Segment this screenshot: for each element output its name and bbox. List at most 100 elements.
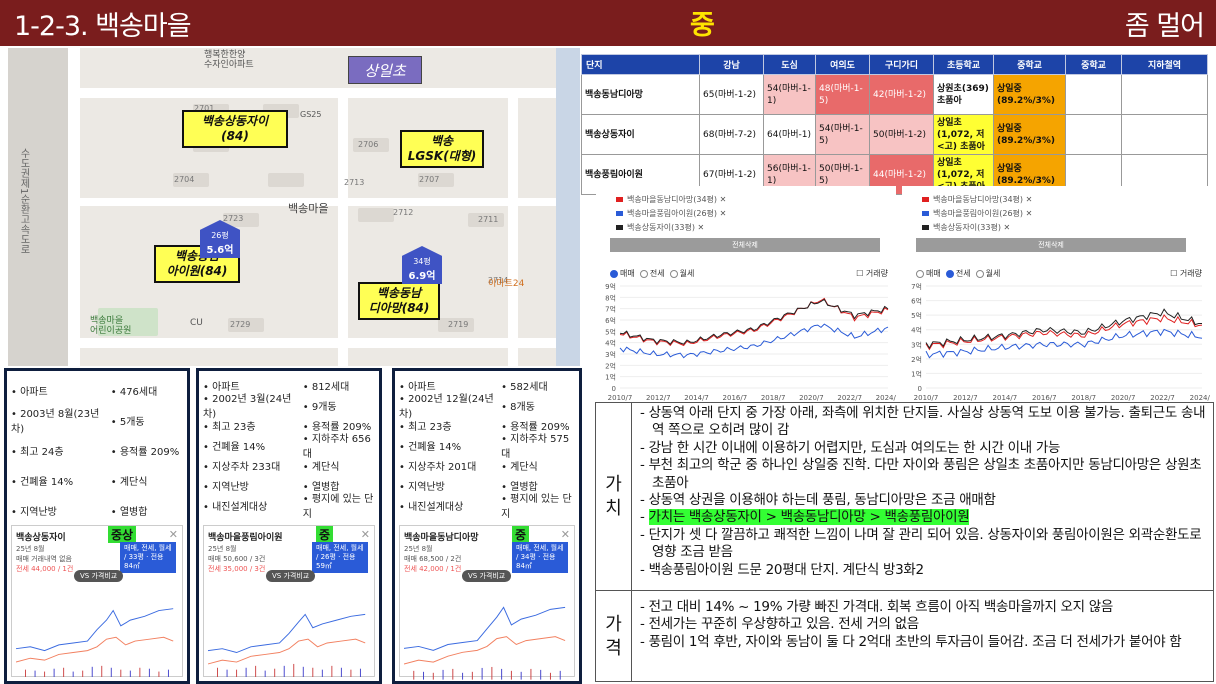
- place-village: 백송마을: [288, 202, 329, 215]
- table-header[interactable]: 여의도: [815, 54, 870, 75]
- table-header[interactable]: 구디가디: [869, 54, 934, 75]
- fact: 건폐율 14%: [11, 473, 111, 488]
- marker-price: 6.9억: [408, 271, 436, 282]
- place-park: 백송마을 어린이공원: [90, 316, 132, 336]
- fact: 476세대: [111, 383, 183, 398]
- fact: 2003년 8월(23년차): [11, 405, 111, 435]
- y-tick-label: 1억: [605, 374, 616, 382]
- sale-price-chart: 백송마을동남디아망(34평) ✕ 백송마을풍림아이원(26평) ✕ 백송상동자이…: [596, 186, 896, 402]
- radio-icon[interactable]: [945, 269, 954, 278]
- vs-compare-button[interactable]: VS 가격비교: [266, 570, 316, 582]
- label-lgsk: 백송 LGSK(대형): [400, 130, 484, 168]
- fact: 건폐율 14%: [399, 438, 501, 453]
- delete-all-button[interactable]: 전체삭제: [610, 238, 880, 252]
- fact-list: 아파트582세대 2002년 12월(24년차)8개동 최고 23층용적률 20…: [399, 375, 575, 521]
- radio-icon[interactable]: [639, 269, 648, 278]
- table-header[interactable]: 초등학교: [933, 54, 994, 75]
- x-tick-label: 2018/7: [761, 394, 786, 402]
- analysis-box: 가 치 - 상동역 아래 단지 중 가장 아래, 좌측에 위치한 단지들. 사실…: [595, 402, 1214, 682]
- legend-item[interactable]: 백송마을풍림아이원(26평) ✕: [922, 208, 1032, 219]
- card-info-line: 25년 8월: [208, 545, 237, 553]
- fact: 812세대: [303, 378, 375, 393]
- filter-button[interactable]: 매매, 전세, 월세 / 26평 · 전용 59㎡: [312, 542, 368, 573]
- deal-type-radio[interactable]: 매매 전세 월세: [610, 268, 694, 279]
- table-cell: 상일중(89.2%/3%): [993, 74, 1066, 115]
- value-label: 가 치: [596, 403, 632, 590]
- price-card[interactable]: 백송마을풍림아이원 중 ✕ 25년 8월 매매 50,600 / 3건 전세 3…: [203, 525, 375, 678]
- close-icon[interactable]: ✕: [361, 528, 370, 541]
- table-header[interactable]: 단지: [581, 54, 700, 75]
- radio-label: 월세: [985, 269, 1001, 278]
- legend-item[interactable]: 백송상동자이(33평) ✕: [922, 222, 1010, 233]
- radio-icon[interactable]: [610, 269, 618, 278]
- fact: 9개동: [303, 398, 375, 413]
- fact: 계단식: [303, 458, 375, 473]
- price-marker[interactable]: 34평 6.9억: [402, 246, 442, 284]
- fact: 5개동: [111, 413, 183, 428]
- vs-compare-button[interactable]: VS 가격비교: [462, 570, 512, 582]
- table-row: 백송상동자이 68(마버-7-2) 64(마버-1) 54(마버-1-5) 50…: [581, 114, 1208, 155]
- card-title: 백송마을풍림아이원: [208, 533, 283, 543]
- price-card[interactable]: 백송상동자이 중상 ✕ 25년 8월 매매 거래내역 없음 전세 44,000 …: [11, 525, 183, 678]
- grade-label: 중: [690, 10, 715, 41]
- table-header[interactable]: 중학교: [1065, 54, 1122, 75]
- building-number: 2713: [344, 178, 365, 187]
- table-header[interactable]: 중학교: [993, 54, 1066, 75]
- grade-badge: 중: [512, 526, 530, 543]
- volume-toggle[interactable]: ☐ 거래량: [856, 268, 888, 279]
- volume-toggle[interactable]: ☐ 거래량: [1170, 268, 1202, 279]
- table-header[interactable]: 강남: [699, 54, 764, 75]
- legend-item[interactable]: 백송마을동남디아망(34평) ✕: [922, 194, 1032, 205]
- legend-label: 백송마을풍림아이원(26평): [933, 209, 1024, 218]
- marker-price: 5.6억: [206, 245, 234, 256]
- value-text: - 상동역 아래 단지 중 가장 아래, 좌측에 위치한 단지들. 사실상 상동…: [640, 405, 1207, 579]
- text-line: - 전고 대비 14% ~ 19% 가량 빠진 가격대. 회복 흐름이 아직 백…: [640, 599, 1114, 615]
- legend-item[interactable]: 백송상동자이(33평) ✕: [616, 222, 704, 233]
- radio-label: 월세: [679, 269, 695, 278]
- y-tick-label: 8억: [605, 294, 616, 302]
- price-card[interactable]: 백송마을동남디아망 중 ✕ 25년 8월 매매 68,500 / 2건 전세 4…: [399, 525, 575, 680]
- x-tick-label: 2024/7: [1190, 394, 1210, 402]
- x-tick-label: 2022/7: [1150, 394, 1175, 402]
- close-icon[interactable]: ✕: [169, 528, 178, 541]
- distance-label: 좀 멀어: [1124, 11, 1205, 42]
- building-number: 2719: [448, 320, 469, 329]
- place-gs25: GS25: [300, 110, 322, 119]
- y-tick-label: 6억: [605, 317, 616, 325]
- radio-icon[interactable]: [975, 269, 984, 278]
- legend-item[interactable]: 백송마을동남디아망(34평) ✕: [616, 194, 726, 205]
- filter-button[interactable]: 매매, 전세, 월세 / 34평 · 전용 84㎡: [512, 542, 568, 573]
- legend-label: 백송마을풍림아이원(26평): [627, 209, 718, 218]
- card-title: 백송마을동남디아망: [404, 533, 479, 543]
- fact: 지하주차 575대: [501, 430, 575, 460]
- map-view[interactable]: 2701 2706 2704 2713 2707 2712 2711 2723 …: [8, 48, 580, 366]
- x-tick-label: 2010/7: [914, 394, 939, 402]
- place-happy-apt: 행복한한양 수자인아파트: [204, 50, 254, 70]
- table-header[interactable]: 도심: [763, 54, 816, 75]
- table-header[interactable]: 지하철역: [1121, 54, 1208, 75]
- filter-button[interactable]: 매매, 전세, 월세 / 33평 · 전용 84㎡: [120, 542, 176, 573]
- x-tick-label: 2018/7: [1071, 394, 1096, 402]
- close-icon[interactable]: ✕: [561, 528, 570, 541]
- radio-icon[interactable]: [669, 269, 678, 278]
- jeonse-price-chart: 백송마을동남디아망(34평) ✕ 백송마을풍림아이원(26평) ✕ 백송상동자이…: [902, 186, 1210, 402]
- card-info-line: 25년 8월: [16, 545, 45, 553]
- legend-item[interactable]: 백송마을풍림아이원(26평) ✕: [616, 208, 726, 219]
- y-tick-label: 5억: [911, 312, 922, 320]
- text-line: - 풍림이 1억 후반, 자이와 동남이 둘 다 2억대 초반의 투자금이 들어…: [640, 633, 1182, 650]
- fact: 아파트: [11, 383, 111, 398]
- map-building: [358, 208, 394, 222]
- table-cell: [1121, 74, 1208, 115]
- radio-icon[interactable]: [916, 269, 924, 278]
- fact: 지역난방: [399, 478, 501, 493]
- text-line: - 상동역 아래 단지 중 가장 아래, 좌측에 위치한 단지들. 사실상 상동…: [640, 405, 1206, 439]
- radio-label: 전세: [955, 269, 971, 278]
- vs-compare-button[interactable]: VS 가격비교: [74, 570, 124, 582]
- table-cell: 백송동남디아망: [581, 74, 700, 115]
- text-line: - 부천 최고의 학군 중 하나인 상일중 진학. 다만 자이와 풍림은 상일초…: [640, 457, 1202, 491]
- fact: 지역난방: [203, 478, 303, 493]
- delete-all-button[interactable]: 전체삭제: [916, 238, 1186, 252]
- table-cell: 50(마버-1-2): [869, 114, 934, 155]
- table-row: 백송동남디아망 65(마버-1-2) 54(마버-1-1) 48(마버-1-5)…: [581, 74, 1208, 115]
- deal-type-radio[interactable]: 매매 전세 월세: [916, 268, 1000, 279]
